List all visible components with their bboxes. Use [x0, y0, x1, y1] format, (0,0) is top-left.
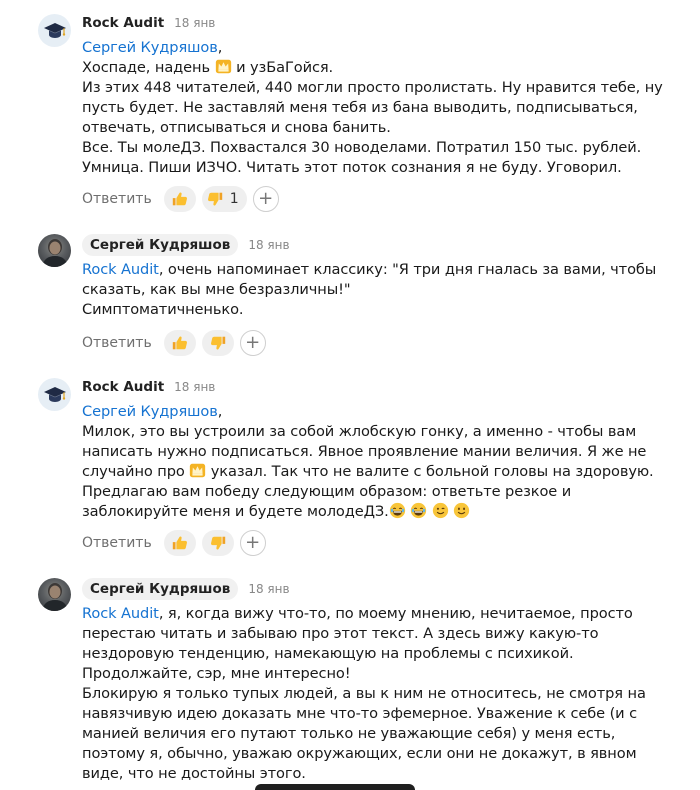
avatar[interactable] [38, 14, 71, 47]
mention-link[interactable]: Сергей Кудряшов [82, 39, 218, 56]
reply-button[interactable]: Ответить [82, 191, 152, 207]
comment-text-line: Все. Ты молеДЗ. Похвастался 30 новоделам… [82, 139, 642, 156]
smiling-emoji-icon [453, 502, 470, 519]
comment-body: Rock Audit, очень напоминает классику: "… [82, 260, 692, 320]
add-reaction-button[interactable]: + [239, 530, 266, 556]
comment-actions: Ответить 1 + [82, 186, 279, 212]
comment-text-line: , очень напоминает классику: "Я три дня … [158, 261, 657, 278]
user-photo-icon [38, 234, 71, 267]
floating-bar[interactable] [255, 784, 415, 790]
laughing-emoji-icon [389, 502, 406, 519]
comment-actions: Ответить + [82, 330, 266, 356]
comment-text-line: , я, когда вижу что-то, по моему мнению,… [158, 605, 633, 622]
plus-icon: + [258, 188, 274, 209]
comment-text-line: поэтому я, обычно, уважаю окружающих, ес… [82, 745, 637, 762]
mention-link[interactable]: Rock Audit [82, 261, 159, 278]
reply-button[interactable]: Ответить [82, 535, 152, 551]
comment-text-line: указал. Так что не валите с больной голо… [206, 463, 654, 480]
comment-2: Сергей Кудряшов 18 янв Rock Audit, очень… [38, 234, 688, 364]
comment-author[interactable]: Сергей Кудряшов [82, 234, 239, 256]
thumbs-up-icon [171, 534, 189, 552]
comment-author[interactable]: Rock Audit [82, 15, 164, 31]
comment-text-line: Симптоматичненько. [82, 301, 244, 318]
dislike-button[interactable]: 1 [201, 186, 247, 212]
avatar[interactable] [38, 234, 71, 267]
comment-text-line: Милок, это вы устроили за собой жлобскую… [82, 423, 637, 440]
graduation-cap-icon [43, 19, 67, 43]
comment-header: Сергей Кудряшов 18 янв [82, 234, 290, 256]
comment-header: Rock Audit 18 янв [82, 376, 215, 398]
thumbs-up-icon [171, 190, 189, 208]
thumbs-down-icon [206, 190, 224, 208]
winking-emoji-icon [432, 502, 449, 519]
plus-icon: + [245, 532, 261, 553]
reply-button[interactable]: Ответить [82, 335, 152, 351]
mention-link[interactable]: Rock Audit [82, 605, 159, 622]
graduation-cap-icon [43, 383, 67, 407]
comment-3: Rock Audit 18 янв Сергей Кудряшов, Милок… [38, 376, 688, 566]
comment-date: 18 янв [248, 238, 290, 252]
avatar[interactable] [38, 578, 71, 611]
thumbs-down-icon [209, 334, 227, 352]
comment-text-line: нездоровую тенденцию, намекающую на проб… [82, 645, 574, 662]
comment-text-line: написать нужно подписаться. Явное проявл… [82, 443, 647, 460]
comment-text-line: и узБаГойся. [231, 59, 334, 76]
comment-text-line: Умница. Пиши ИЗЧО. Читать этот поток соз… [82, 159, 622, 176]
comment-header: Rock Audit 18 янв [82, 12, 215, 34]
comment-body: Сергей Кудряшов, Милок, это вы устроили … [82, 402, 692, 522]
comment-body: Rock Audit, я, когда вижу что-то, по мое… [82, 604, 692, 784]
comment-text-line: Хоспаде, надень [82, 59, 215, 76]
avatar[interactable] [38, 378, 71, 411]
comment-text-line: Из этих 448 читателей, 440 могли просто … [82, 79, 663, 96]
mention-link[interactable]: Сергей Кудряшов [82, 403, 218, 420]
comment-text-line: пусть будет. Не заставляй меня тебя из б… [82, 99, 638, 116]
comment-text-line: случайно про [82, 463, 190, 480]
comment-date: 18 янв [248, 582, 290, 596]
comment-text-line: Блокирую я только тупых людей, а вы к ни… [82, 685, 646, 702]
mention-suffix: , [217, 39, 223, 56]
like-button[interactable] [163, 186, 196, 212]
comment-header: Сергей Кудряшов 18 янв [82, 578, 290, 600]
comment-date: 18 янв [174, 16, 216, 30]
comment-text-line: сказать, как вы мне безразличны!" [82, 281, 351, 298]
comment-date: 18 янв [174, 380, 216, 394]
like-button[interactable] [163, 330, 196, 356]
comment-text-line: отвечать, отписываться и снова банить. [82, 119, 391, 136]
add-reaction-button[interactable]: + [252, 186, 279, 212]
comment-body: Сергей Кудряшов, Хоспаде, надень и узБаГ… [82, 38, 692, 178]
comment-text-line: перестаю читать и забываю про этот текст… [82, 625, 599, 642]
comment-actions: Ответить + [82, 530, 266, 556]
plus-icon: + [245, 332, 261, 353]
comment-text-line: навязчивую идею доказать мне что-то эфем… [82, 705, 638, 722]
laughing-emoji-icon [410, 502, 427, 519]
comment-text-line: Предлагаю вам победу следующим образом: … [82, 483, 572, 500]
dislike-button[interactable] [201, 530, 234, 556]
comment-1: Rock Audit 18 янв Сергей Кудряшов, Хоспа… [38, 12, 688, 217]
comment-author[interactable]: Rock Audit [82, 379, 164, 395]
dislike-button[interactable] [201, 330, 234, 356]
comment-text-line: заблокируйте меня и будете молодеДЗ. [82, 503, 389, 520]
thumbs-down-icon [209, 534, 227, 552]
crown-emoji-icon [189, 462, 206, 479]
comment-text-line: виде, что не достойны этого. [82, 765, 306, 782]
dislike-count: 1 [229, 191, 239, 207]
comment-text-line: манией величия его путают только не уваж… [82, 725, 616, 742]
like-button[interactable] [163, 530, 196, 556]
comment-4: Сергей Кудряшов 18 янв Rock Audit, я, ко… [38, 578, 688, 790]
comment-author[interactable]: Сергей Кудряшов [82, 578, 239, 600]
mention-suffix: , [217, 403, 223, 420]
user-photo-icon [38, 578, 71, 611]
comment-text-line: Продолжайте, сэр, мне интересно! [82, 665, 351, 682]
crown-emoji-icon [215, 58, 232, 75]
thumbs-up-icon [171, 334, 189, 352]
add-reaction-button[interactable]: + [239, 330, 266, 356]
